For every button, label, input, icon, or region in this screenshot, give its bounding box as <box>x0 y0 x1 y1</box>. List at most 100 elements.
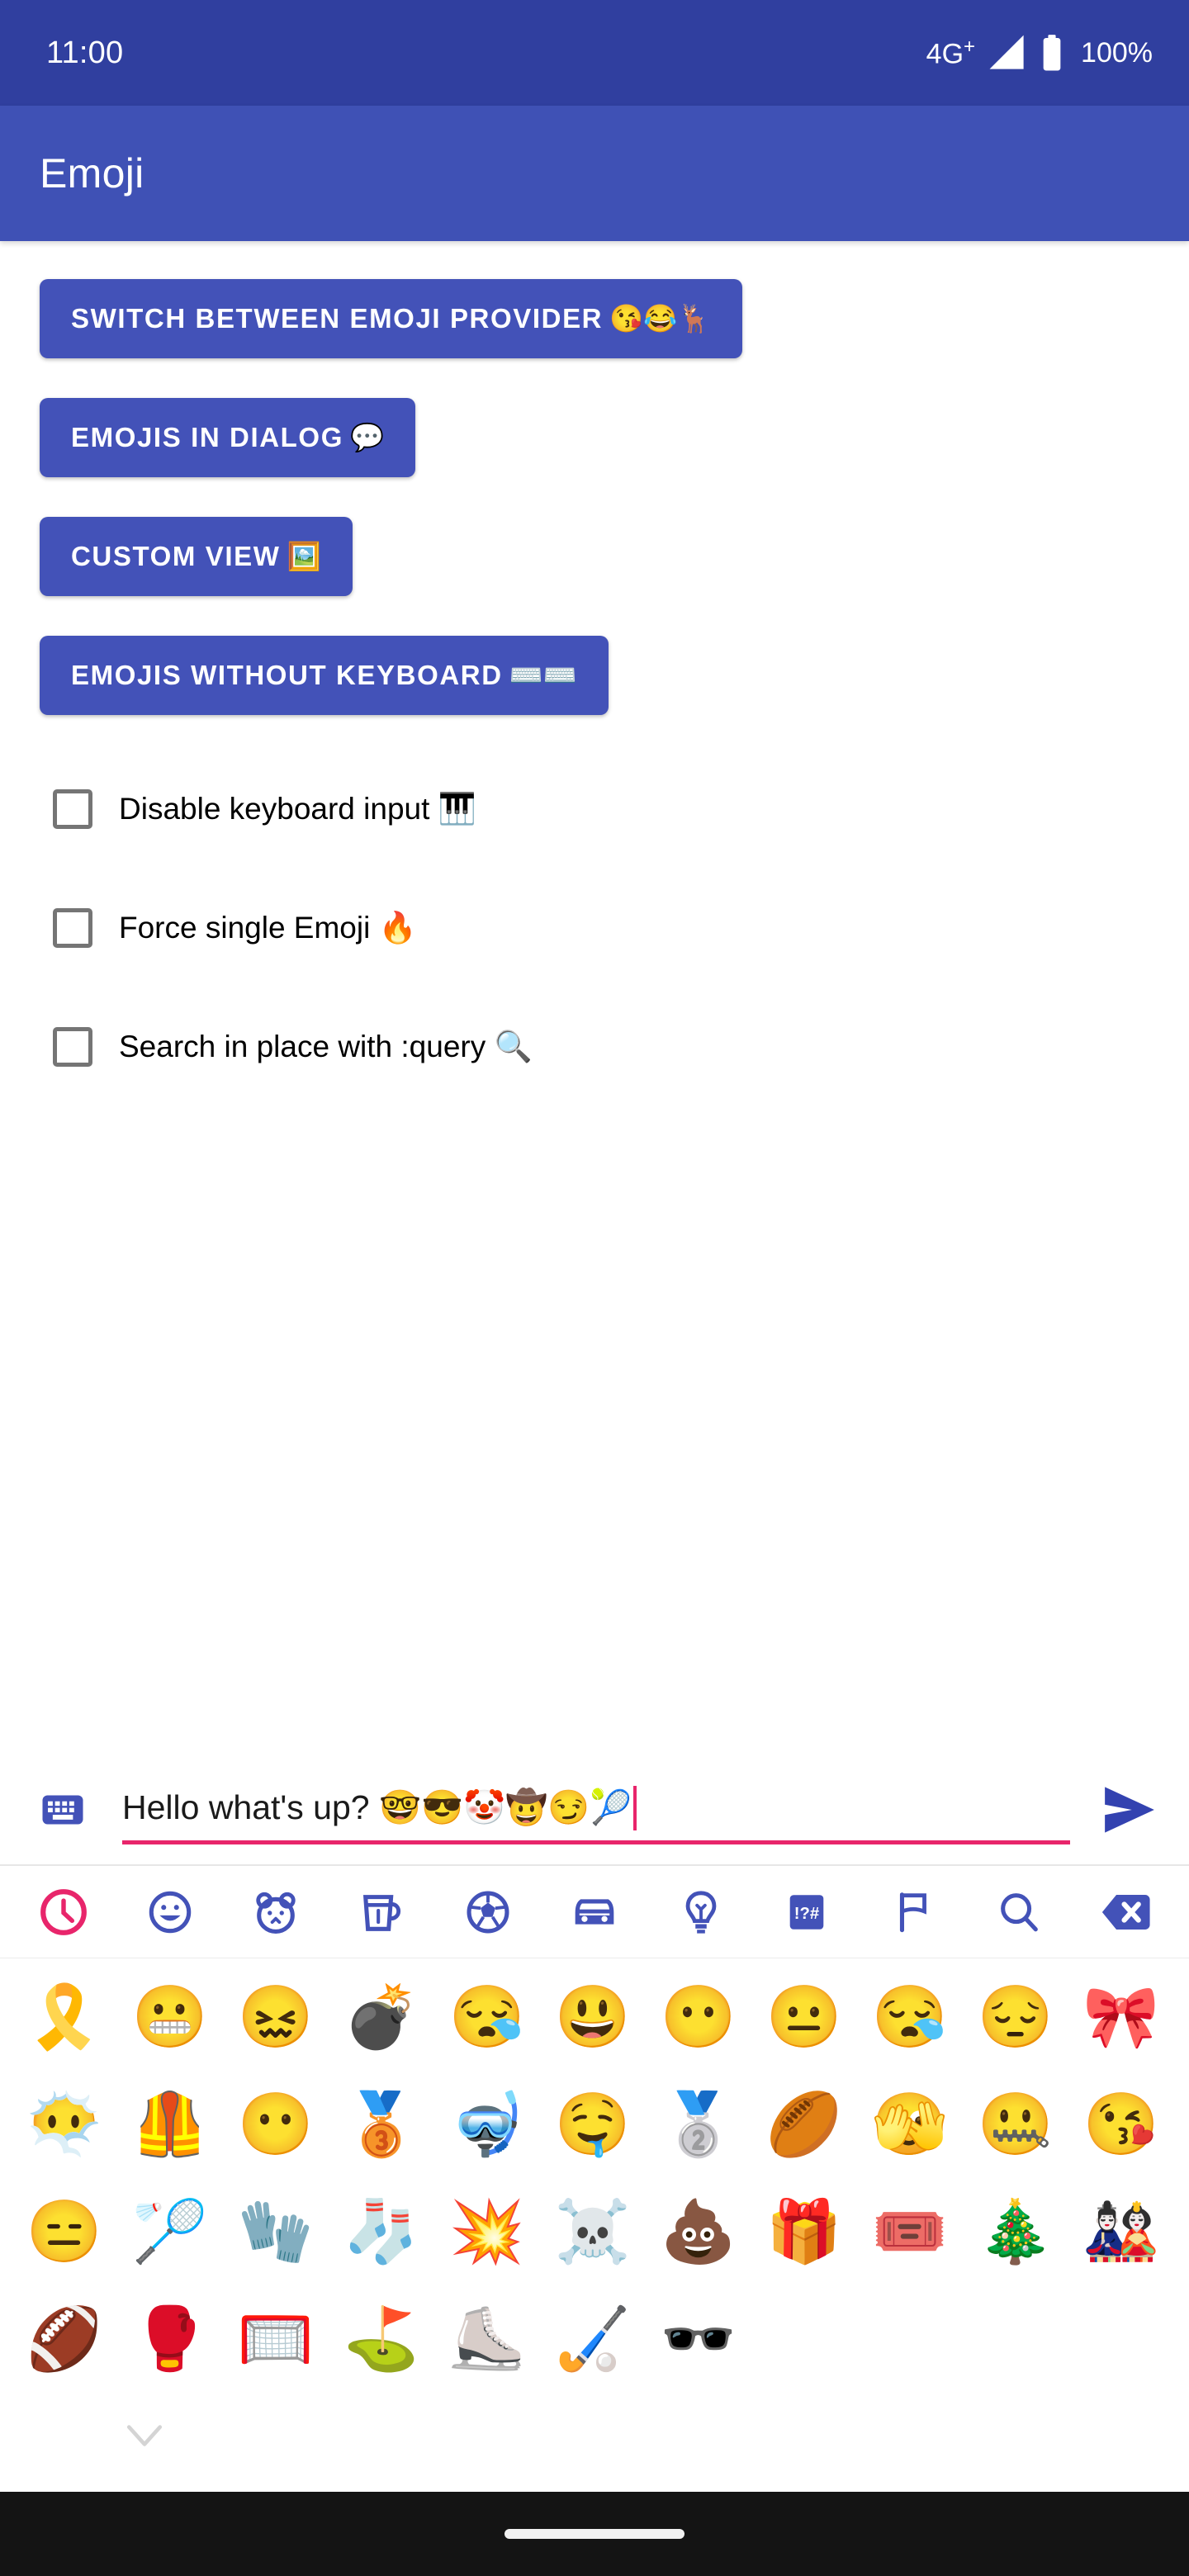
emoji-cell[interactable]: 🥈 <box>646 2072 751 2177</box>
svg-text:!?#: !?# <box>794 1905 819 1923</box>
options-checkbox-group: Disable keyboard input 🎹 Force single Em… <box>0 755 1189 1087</box>
button-label: EMOJIS WITHOUT KEYBOARD <box>71 660 503 690</box>
switch-emoji-provider-button[interactable]: SWITCH BETWEEN EMOJI PROVIDER 😘😂🦌 <box>40 279 743 358</box>
emoji-cell[interactable]: 😑 <box>12 2179 117 2285</box>
emoji-cell[interactable]: 🧤 <box>223 2179 329 2285</box>
tab-objects[interactable] <box>656 1873 746 1952</box>
button-label: CUSTOM VIEW <box>71 541 281 571</box>
tab-smileys[interactable] <box>125 1873 216 1952</box>
emoji-cell[interactable]: 🎟️ <box>857 2179 963 2285</box>
message-input-field[interactable]: Hello what's up? 🤓😎🤡🤠😏🎾 <box>122 1775 1070 1844</box>
emoji-category-tab-bar: !?# <box>0 1866 1189 1958</box>
message-text: Hello what's up? <box>122 1788 379 1826</box>
emoji-cell[interactable]: 🏸 <box>117 2179 223 2285</box>
main-content: SWITCH BETWEEN EMOJI PROVIDER 😘😂🦌 EMOJIS … <box>0 241 1189 1864</box>
emoji-cell[interactable]: 🎁 <box>751 2179 857 2285</box>
emoji-row: 😑 🏸 🧤 🧦 💥 ☠️ 💩 🎁 🎟️ 🎄 🎎 <box>0 2178 1189 2285</box>
message-input-row: Hello what's up? 🤓😎🤡🤠😏🎾 <box>0 1755 1189 1864</box>
emoji-cell[interactable]: 🎄 <box>963 2179 1068 2285</box>
emoji-cell[interactable]: 💣 <box>329 1964 434 2070</box>
emoji-cell[interactable]: 😖 <box>223 1964 329 2070</box>
emoji-cell[interactable]: 😶 <box>646 1964 751 2070</box>
emoji-cell[interactable]: 🤿 <box>434 2072 540 2177</box>
emoji-cell[interactable]: ☠️ <box>540 2179 646 2285</box>
emoji-cell[interactable]: 😬 <box>117 1964 223 2070</box>
emoji-cell[interactable]: 🦺 <box>117 2072 223 2177</box>
emoji-cell[interactable]: 😪 <box>434 1964 540 2070</box>
keyboard-icon[interactable] <box>40 1787 86 1833</box>
custom-view-button[interactable]: CUSTOM VIEW 🖼️ <box>40 517 353 596</box>
system-navigation-bar <box>0 2492 1189 2576</box>
emoji-cell[interactable]: 🏑 <box>540 2286 646 2392</box>
emoji-cell[interactable]: 🫣 <box>857 2072 963 2177</box>
emoji-cell[interactable]: 🤐 <box>963 2072 1068 2177</box>
emoji-cell[interactable]: 😶‍🌫️ <box>12 2072 117 2177</box>
checkbox-label: Disable keyboard input 🎹 <box>119 791 476 826</box>
checkbox-box-icon[interactable] <box>53 1027 92 1067</box>
emoji-cell[interactable]: 🥊 <box>117 2286 223 2392</box>
emoji-cell[interactable]: 🥅 <box>223 2286 329 2392</box>
tab-symbols[interactable]: !?# <box>761 1873 852 1952</box>
emoji-cell[interactable]: 🧦 <box>329 2179 434 2285</box>
tab-travel[interactable] <box>549 1873 640 1952</box>
emoji-cell[interactable]: 🕶️ <box>646 2286 751 2392</box>
tab-animals[interactable] <box>230 1873 321 1952</box>
checkbox-disable-keyboard-input[interactable]: Disable keyboard input 🎹 <box>40 769 1149 849</box>
checkbox-box-icon[interactable] <box>53 908 92 948</box>
emoji-keyboard-panel: !?# 🎗️ 😬 😖 💣 😪 😃 😶 😐 😪 <box>0 1864 1189 2492</box>
phone-screen: 11:00 4G+ 100% Emoji SWITCH BETWEEN EMOJ… <box>0 0 1189 2576</box>
emojis-without-keyboard-button[interactable]: EMOJIS WITHOUT KEYBOARD ⌨️⌨️ <box>40 636 609 715</box>
button-emoji: 🖼️ <box>287 540 321 571</box>
emoji-cell[interactable]: 🎗️ <box>12 1964 117 2070</box>
message-emoji: 🤓😎🤡🤠😏🎾 <box>378 1788 632 1826</box>
emoji-cell[interactable]: 🤤 <box>540 2072 646 2177</box>
button-emoji: ⌨️⌨️ <box>509 659 577 690</box>
emoji-cell[interactable]: 🥉 <box>329 2072 434 2177</box>
button-emoji: 💬 <box>349 421 385 452</box>
emoji-cell[interactable]: ⛸️ <box>434 2286 540 2392</box>
network-type-label: 4G+ <box>926 36 976 70</box>
emoji-cell[interactable]: 🏉 <box>751 2072 857 2177</box>
message-input-value: Hello what's up? 🤓😎🤡🤠😏🎾 <box>122 1791 632 1825</box>
tab-backspace[interactable] <box>1080 1873 1171 1952</box>
emoji-cell[interactable]: 💩 <box>646 2179 751 2285</box>
emoji-cell[interactable]: 😘 <box>1068 2072 1174 2177</box>
status-indicators: 4G+ 100% <box>926 34 1153 72</box>
battery-percent-label: 100% <box>1081 36 1153 69</box>
send-icon[interactable] <box>1100 1780 1159 1840</box>
tab-activities[interactable] <box>443 1873 533 1952</box>
emoji-cell[interactable]: 🎀 <box>1068 1964 1174 2070</box>
status-bar: 11:00 4G+ 100% <box>0 0 1189 106</box>
emoji-cell[interactable]: 😶 <box>223 2072 329 2177</box>
text-caret <box>633 1785 637 1830</box>
signal-bars-icon <box>988 35 1026 71</box>
emoji-cell[interactable]: 😪 <box>857 1964 963 2070</box>
tab-food[interactable] <box>337 1873 428 1952</box>
page-title: Emoji <box>40 150 144 197</box>
tab-flags[interactable] <box>868 1873 959 1952</box>
emoji-row: 😶‍🌫️ 🦺 😶 🥉 🤿 🤤 🥈 🏉 🫣 🤐 😘 <box>0 2071 1189 2178</box>
battery-full-icon <box>1040 34 1064 72</box>
emoji-cell[interactable]: 💥 <box>434 2179 540 2285</box>
checkbox-force-single-emoji[interactable]: Force single Emoji 🔥 <box>40 888 1149 968</box>
checkbox-label: Force single Emoji 🔥 <box>119 910 417 945</box>
status-clock: 11:00 <box>46 35 124 70</box>
emoji-row: 🏈 🥊 🥅 ⛳ ⛸️ 🏑 🕶️ <box>0 2285 1189 2393</box>
emoji-grid: 🎗️ 😬 😖 💣 😪 😃 😶 😐 😪 😔 🎀 😶‍🌫️ 🦺 😶 🥉 🤿 🤤 <box>0 1958 1189 2393</box>
chevron-down-icon[interactable] <box>124 2422 165 2463</box>
emojis-in-dialog-button[interactable]: EMOJIS IN DIALOG 💬 <box>40 398 416 477</box>
emoji-cell[interactable]: 🏈 <box>12 2286 117 2392</box>
emoji-cell[interactable]: 😔 <box>963 1964 1068 2070</box>
tab-search[interactable] <box>973 1873 1064 1952</box>
button-label: SWITCH BETWEEN EMOJI PROVIDER <box>71 303 604 334</box>
tab-recent[interactable] <box>18 1873 109 1952</box>
home-gesture-pill[interactable] <box>504 2529 685 2539</box>
checkbox-search-in-place[interactable]: Search in place with :query 🔍 <box>40 1007 1149 1087</box>
emoji-cell[interactable]: 😐 <box>751 1964 857 2070</box>
emoji-cell[interactable]: ⛳ <box>329 2286 434 2392</box>
keyboard-footer <box>0 2393 1189 2492</box>
emoji-cell[interactable]: 😃 <box>540 1964 646 2070</box>
emoji-row: 🎗️ 😬 😖 💣 😪 😃 😶 😐 😪 😔 🎀 <box>0 1963 1189 2071</box>
emoji-cell[interactable]: 🎎 <box>1068 2179 1174 2285</box>
checkbox-box-icon[interactable] <box>53 789 92 829</box>
